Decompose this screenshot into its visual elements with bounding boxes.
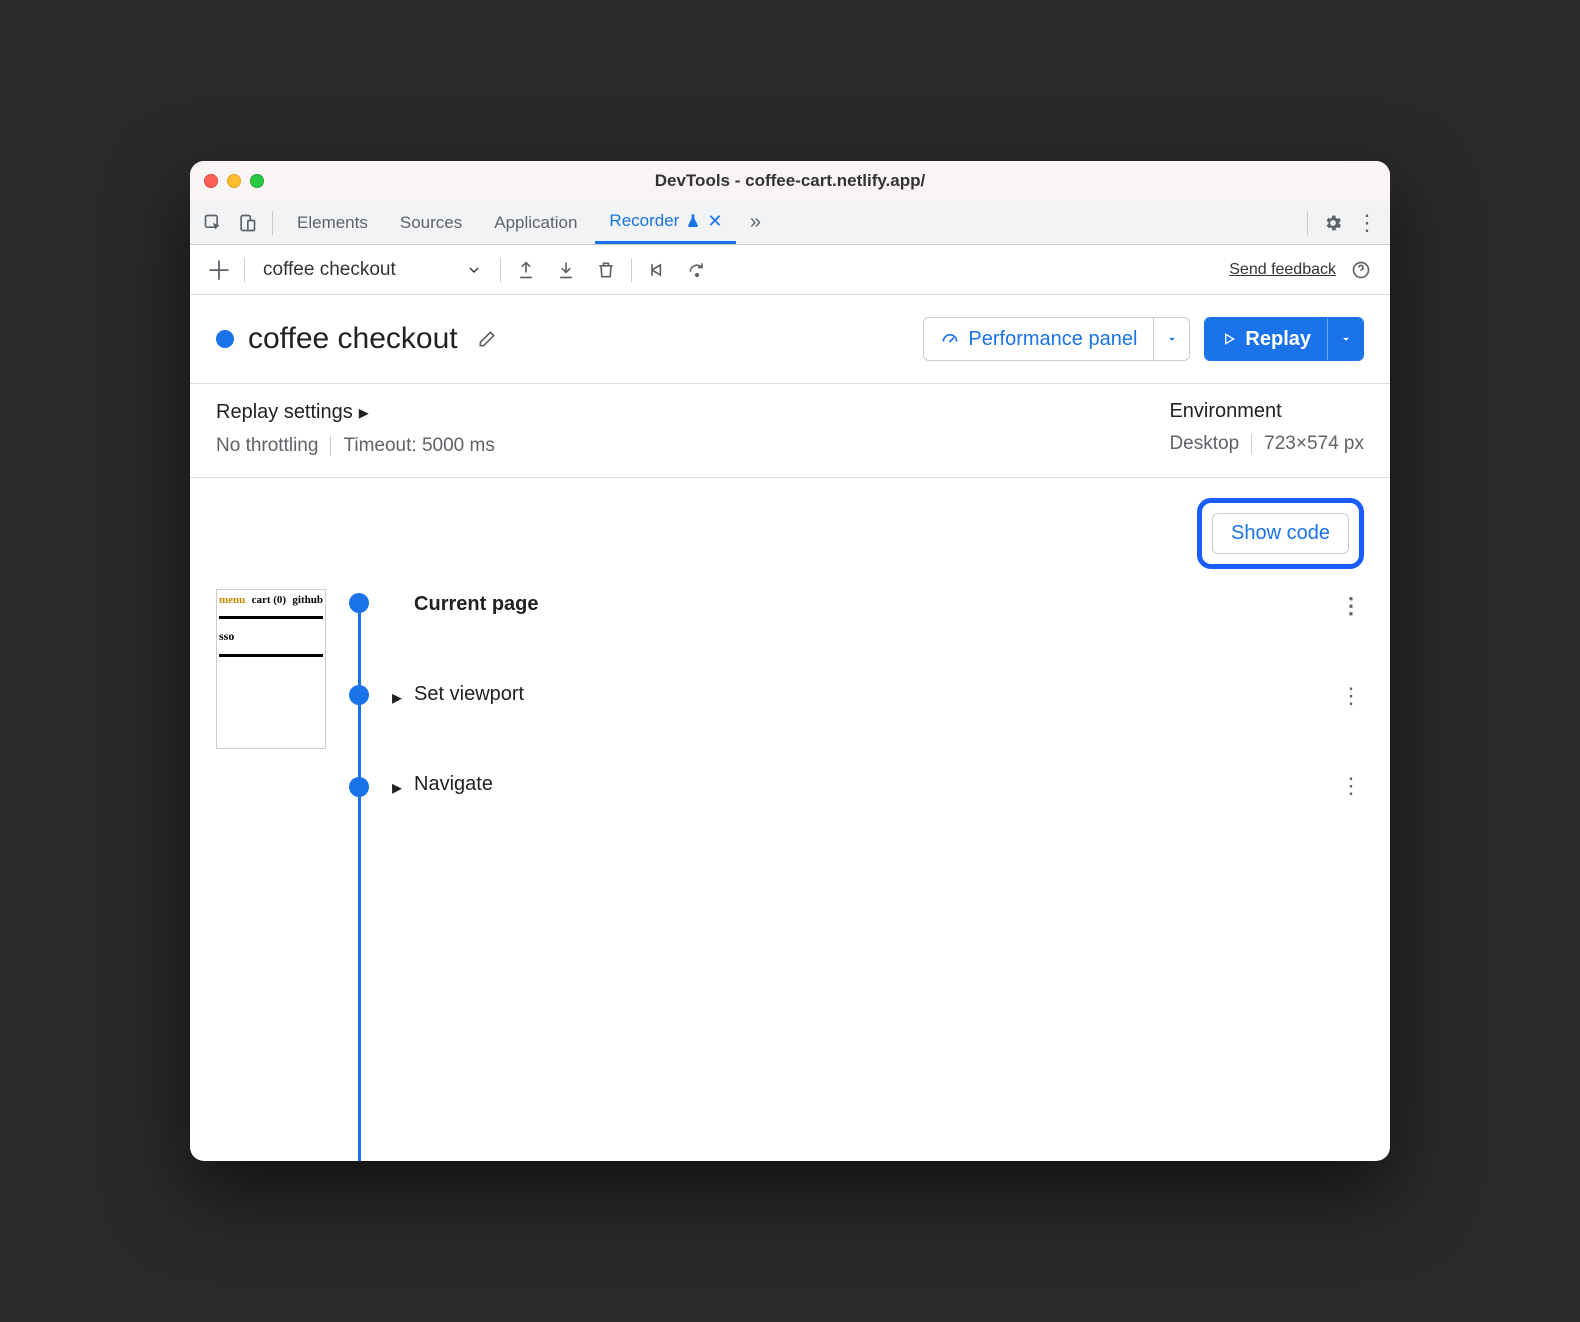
replay-settings-heading: Replay settings: [216, 401, 353, 424]
device-toolbar-icon[interactable]: [232, 208, 262, 238]
timeout-value: Timeout: 5000 ms: [343, 435, 494, 457]
step-menu-icon[interactable]: ⋮: [1340, 593, 1364, 619]
show-code-button[interactable]: Show code: [1212, 513, 1349, 554]
step-label: Set viewport: [414, 683, 1328, 706]
step-over-icon[interactable]: [642, 255, 672, 285]
window-title: DevTools - coffee-cart.netlify.app/: [190, 171, 1390, 191]
replay-button-label: Replay: [1245, 328, 1311, 351]
device-value: Desktop: [1169, 433, 1239, 455]
edit-title-icon[interactable]: [472, 324, 502, 354]
expand-step-icon[interactable]: ▸: [392, 775, 402, 800]
recording-header: coffee checkout Performance panel Replay: [190, 295, 1390, 384]
maximize-window-icon[interactable]: [250, 174, 264, 188]
throttling-value: No throttling: [216, 435, 318, 457]
step-row[interactable]: ▸ Current page ⋮: [392, 589, 1364, 679]
showcode-row: Show code: [190, 478, 1390, 575]
more-tabs-icon[interactable]: »: [740, 208, 770, 238]
showcode-highlight: Show code: [1197, 498, 1364, 569]
continue-icon[interactable]: [682, 255, 712, 285]
recording-selector-label: coffee checkout: [263, 259, 396, 281]
perf-button-caret[interactable]: [1153, 318, 1189, 360]
replay-button-caret[interactable]: [1327, 318, 1363, 360]
play-icon: [1221, 331, 1237, 347]
kebab-menu-icon[interactable]: ⋮: [1352, 208, 1382, 238]
environment-settings: Environment Desktop 723×574 px: [1169, 400, 1364, 457]
settings-gear-icon[interactable]: [1318, 208, 1348, 238]
help-icon[interactable]: [1346, 255, 1376, 285]
new-recording-icon[interactable]: ＋: [204, 255, 234, 285]
thumb-github: github: [292, 594, 323, 606]
replay-button[interactable]: Replay: [1204, 317, 1364, 361]
step-row[interactable]: ▸ Navigate ⋮: [392, 769, 1364, 859]
traffic-lights: [204, 174, 264, 188]
step-menu-icon[interactable]: ⋮: [1340, 773, 1364, 799]
record-indicator-icon: [216, 330, 234, 348]
minimize-window-icon[interactable]: [227, 174, 241, 188]
performance-panel-button[interactable]: Performance panel: [923, 317, 1190, 361]
inspect-element-icon[interactable]: [198, 208, 228, 238]
viewport-value: 723×574 px: [1264, 433, 1364, 455]
steps-list: ▸ Current page ⋮ ▸ Set viewport ⋮ ▸ Navi…: [392, 589, 1364, 1161]
tab-elements[interactable]: Elements: [283, 201, 382, 244]
recording-selector[interactable]: coffee checkout: [255, 255, 490, 285]
expand-step-icon[interactable]: ▸: [392, 685, 402, 710]
perf-button-label: Performance panel: [968, 328, 1137, 351]
recording-title: coffee checkout: [248, 322, 458, 356]
titlebar: DevTools - coffee-cart.netlify.app/: [190, 161, 1390, 201]
step-menu-icon[interactable]: ⋮: [1340, 683, 1364, 709]
expand-icon: ▸: [359, 400, 369, 425]
devtools-window: DevTools - coffee-cart.netlify.app/ Elem…: [190, 161, 1390, 1161]
recorder-toolbar: ＋ coffee checkout Send feedback: [190, 245, 1390, 295]
screenshot-thumbnail: menu cart (0) github sso: [216, 589, 326, 1161]
step-label: Navigate: [414, 773, 1328, 796]
steps-area: menu cart (0) github sso ▸ Current page …: [190, 575, 1390, 1161]
import-icon[interactable]: [551, 255, 581, 285]
timeline-dot-icon: [349, 593, 369, 613]
replay-settings[interactable]: Replay settings ▸ No throttling Timeout:…: [216, 400, 495, 457]
timeline-dot-icon: [349, 777, 369, 797]
flask-icon: [685, 213, 701, 229]
send-feedback-link[interactable]: Send feedback: [1229, 261, 1336, 279]
timeline: [344, 589, 374, 1161]
settings-row: Replay settings ▸ No throttling Timeout:…: [190, 384, 1390, 478]
tab-recorder-label: Recorder: [609, 211, 679, 231]
environment-heading: Environment: [1169, 400, 1281, 423]
tab-recorder[interactable]: Recorder ✕: [595, 201, 736, 244]
chevron-down-icon: [466, 262, 482, 278]
close-window-icon[interactable]: [204, 174, 218, 188]
delete-icon[interactable]: [591, 255, 621, 285]
panel-tabbar: Elements Sources Application Recorder ✕ …: [190, 201, 1390, 245]
step-row[interactable]: ▸ Set viewport ⋮: [392, 679, 1364, 769]
timeline-dot-icon: [349, 685, 369, 705]
tab-application[interactable]: Application: [480, 201, 591, 244]
thumb-sso: sso: [219, 629, 323, 644]
export-icon[interactable]: [511, 255, 541, 285]
step-label: Current page: [414, 593, 1328, 616]
close-tab-icon[interactable]: ✕: [707, 211, 722, 232]
tab-sources[interactable]: Sources: [386, 201, 476, 244]
thumb-menu: menu: [219, 594, 245, 606]
gauge-icon: [940, 329, 960, 349]
thumb-cart: cart (0): [252, 594, 287, 606]
